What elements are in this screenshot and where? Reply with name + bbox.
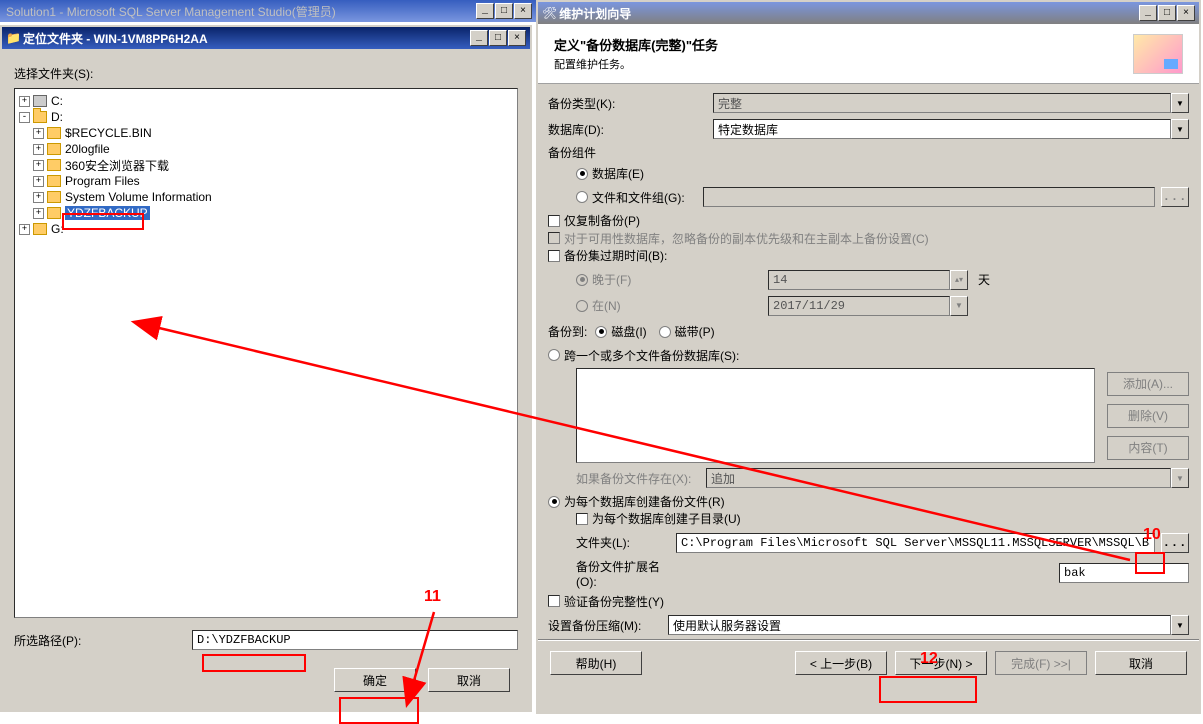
expire-checkbox[interactable]: 备份集过期时间(B): — [548, 247, 667, 264]
wizard-icon: 🛠 — [542, 6, 557, 20]
wizard-titlebar: 🛠 维护计划向导 _ □ × — [538, 2, 1199, 24]
wizard-cancel-button[interactable]: 取消 — [1095, 651, 1187, 675]
maintenance-plan-wizard: 🛠 维护计划向导 _ □ × 定义"备份数据库(完整)"任务 配置维护任务。 备… — [536, 0, 1201, 714]
compression-combo[interactable] — [668, 615, 1171, 635]
wizard-header-subtitle: 配置维护任务。 — [554, 56, 718, 72]
locate-folder-dialog: 📁 定位文件夹 - WIN-1VM8PP6H2AA _ □ × 选择文件夹(S)… — [0, 25, 532, 712]
maximize-button[interactable]: □ — [1158, 5, 1176, 21]
expire-on-radio: 在(N) — [576, 297, 756, 314]
wizard-header-icon — [1133, 34, 1183, 74]
backup-type-label: 备份类型(K): — [548, 95, 713, 112]
folder-label: 文件夹(L): — [576, 534, 676, 551]
ssms-titlebar: Solution1 - Microsoft SQL Server Managem… — [0, 0, 536, 22]
tree-node[interactable]: +Program Files — [19, 173, 513, 189]
contents-button: 内容(T) — [1107, 436, 1189, 460]
if-exists-label: 如果备份文件存在(X): — [576, 470, 706, 487]
expire-date-input — [768, 296, 950, 316]
database-label: 数据库(D): — [548, 121, 713, 138]
ssms-close[interactable]: × — [514, 3, 532, 19]
folder-tree[interactable]: +C: -D: +$RECYCLE.BIN +20logfile +360安全浏… — [14, 88, 518, 618]
dropdown-arrow-icon: ▼ — [1171, 468, 1189, 488]
backup-folder-input[interactable] — [676, 533, 1155, 553]
copy-only-checkbox[interactable]: 仅复制备份(P) — [548, 212, 640, 229]
maximize-button[interactable]: □ — [489, 30, 507, 46]
filegroup-browse-button: ... — [1161, 187, 1189, 207]
days-unit: 天 — [978, 271, 990, 288]
create-subdir-checkbox[interactable]: 为每个数据库创建子目录(U) — [576, 510, 741, 527]
ssms-title: Solution1 - Microsoft SQL Server Managem… — [6, 3, 336, 20]
app-icon: 📁 — [6, 31, 21, 45]
tree-node[interactable]: +$RECYCLE.BIN — [19, 125, 513, 141]
verify-integrity-checkbox[interactable]: 验证备份完整性(Y) — [548, 593, 664, 610]
back-button[interactable]: < 上一步(B) — [795, 651, 887, 675]
next-button[interactable]: 下一步(N) > — [895, 651, 987, 675]
help-button[interactable]: 帮助(H) — [550, 651, 642, 675]
wizard-header-title: 定义"备份数据库(完整)"任务 — [554, 35, 718, 54]
backup-to-tape-radio[interactable]: 磁带(P) — [659, 323, 715, 340]
backup-to-disk-radio[interactable]: 磁盘(I) — [595, 323, 646, 340]
per-database-file-radio[interactable]: 为每个数据库创建备份文件(R) — [548, 493, 725, 510]
wizard-footer: 帮助(H) < 上一步(B) 下一步(N) > 完成(F) >>| 取消 — [538, 640, 1199, 685]
selected-path-input[interactable] — [192, 630, 518, 650]
remove-file-button: 删除(V) — [1107, 404, 1189, 428]
ok-button[interactable]: 确定 — [334, 668, 416, 692]
folder-dialog-titlebar: 📁 定位文件夹 - WIN-1VM8PP6H2AA _ □ × — [2, 27, 530, 49]
availability-checkbox: 对于可用性数据库，忽略备份的副本优先级和在主副本上备份设置(C) — [548, 230, 929, 247]
dropdown-arrow-icon: ▼ — [950, 296, 968, 316]
folder-dialog-title: 定位文件夹 - WIN-1VM8PP6H2AA — [21, 30, 470, 47]
tree-node[interactable]: +360安全浏览器下载 — [19, 157, 513, 173]
close-button[interactable]: × — [1177, 5, 1195, 21]
browse-folder-button[interactable]: ... — [1161, 533, 1189, 553]
compression-label: 设置备份压缩(M): — [548, 617, 668, 634]
tree-node-d[interactable]: -D: — [19, 109, 513, 125]
component-database-radio[interactable]: 数据库(E) — [576, 165, 644, 182]
tree-node[interactable]: +System Volume Information — [19, 189, 513, 205]
filegroup-input — [703, 187, 1155, 207]
across-files-radio[interactable]: 跨一个或多个文件备份数据库(S): — [548, 347, 739, 364]
expire-days-input — [768, 270, 950, 290]
backup-component-label: 备份组件 — [548, 144, 1189, 161]
ssms-minimize[interactable]: _ — [476, 3, 494, 19]
close-button[interactable]: × — [508, 30, 526, 46]
wizard-header: 定义"备份数据库(完整)"任务 配置维护任务。 — [538, 24, 1199, 84]
tree-node-g[interactable]: +G: — [19, 221, 513, 237]
finish-button: 完成(F) >>| — [995, 651, 1087, 675]
if-exists-combo — [706, 468, 1171, 488]
database-combo[interactable] — [713, 119, 1171, 139]
select-folder-label: 选择文件夹(S): — [14, 65, 518, 82]
component-filegroup-radio[interactable]: 文件和文件组(G): — [576, 189, 685, 206]
tree-node-c[interactable]: +C: — [19, 93, 513, 109]
minimize-button[interactable]: _ — [470, 30, 488, 46]
dropdown-arrow-icon[interactable]: ▼ — [1171, 615, 1189, 635]
tree-node[interactable]: +20logfile — [19, 141, 513, 157]
dropdown-arrow-icon: ▼ — [1171, 93, 1189, 113]
cancel-button[interactable]: 取消 — [428, 668, 510, 692]
spinner-icon: ▴▾ — [950, 270, 968, 290]
ssms-maximize[interactable]: □ — [495, 3, 513, 19]
expire-after-radio: 晚于(F) — [576, 271, 756, 288]
add-file-button: 添加(A)... — [1107, 372, 1189, 396]
extension-input[interactable] — [1059, 563, 1189, 583]
backup-files-list[interactable] — [576, 368, 1095, 463]
wizard-title: 维护计划向导 — [557, 5, 1139, 22]
selected-path-label: 所选路径(P): — [14, 632, 184, 649]
tree-node-selected[interactable]: +YDZFBACKUP — [19, 205, 513, 221]
backup-to-label: 备份到: — [548, 323, 587, 340]
backup-type-combo — [713, 93, 1171, 113]
extension-label: 备份文件扩展名(O): — [576, 558, 676, 589]
minimize-button[interactable]: _ — [1139, 5, 1157, 21]
dropdown-arrow-icon[interactable]: ▼ — [1171, 119, 1189, 139]
